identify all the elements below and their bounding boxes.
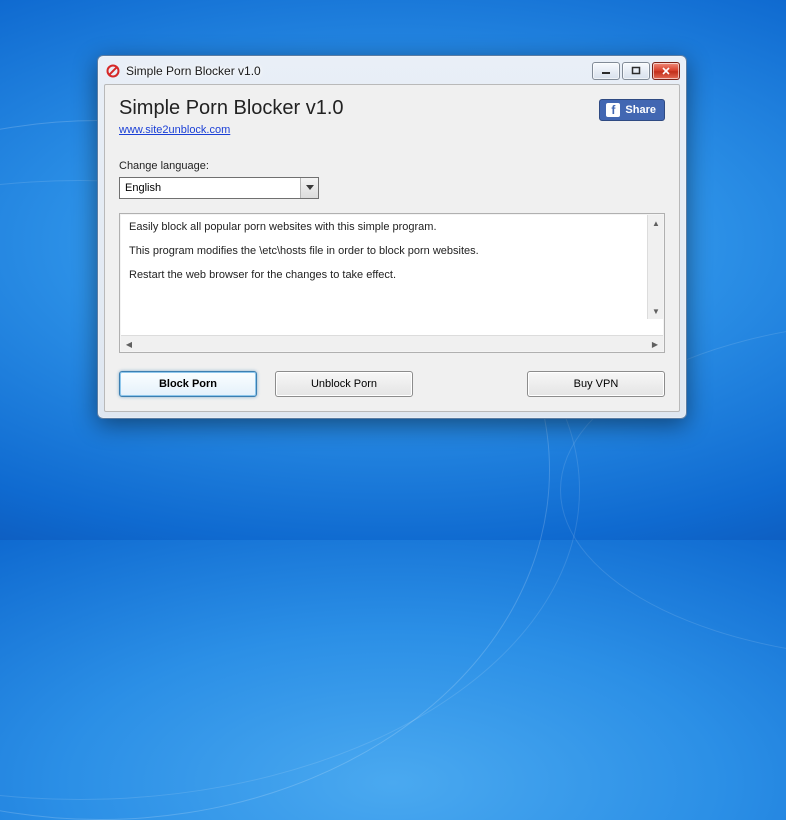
close-button[interactable] bbox=[652, 62, 680, 80]
scroll-up-icon: ▲ bbox=[648, 215, 663, 231]
chevron-down-icon bbox=[300, 178, 318, 198]
scroll-down-icon: ▼ bbox=[648, 303, 663, 319]
client-area: Simple Porn Blocker v1.0 www.site2unbloc… bbox=[104, 84, 680, 412]
titlebar[interactable]: Simple Porn Blocker v1.0 bbox=[104, 62, 680, 84]
maximize-button[interactable] bbox=[622, 62, 650, 80]
share-label: Share bbox=[625, 104, 656, 116]
description-line: This program modifies the \etc\hosts fil… bbox=[129, 245, 643, 257]
horizontal-scrollbar[interactable]: ◀ ▶ bbox=[121, 335, 663, 351]
buy-vpn-button[interactable]: Buy VPN bbox=[527, 371, 665, 397]
language-label: Change language: bbox=[119, 160, 665, 172]
scroll-right-icon: ▶ bbox=[647, 336, 663, 352]
language-selected: English bbox=[120, 182, 300, 194]
minimize-button[interactable] bbox=[592, 62, 620, 80]
description-line: Restart the web browser for the changes … bbox=[129, 269, 643, 281]
action-buttons: Block Porn Unblock Porn Buy VPN bbox=[119, 371, 665, 397]
unblock-porn-button[interactable]: Unblock Porn bbox=[275, 371, 413, 397]
window-title: Simple Porn Blocker v1.0 bbox=[126, 64, 261, 78]
block-porn-button[interactable]: Block Porn bbox=[119, 371, 257, 397]
description-panel: Easily block all popular porn websites w… bbox=[119, 213, 665, 353]
vertical-scrollbar[interactable]: ▲ ▼ bbox=[647, 215, 663, 319]
description-line: Easily block all popular porn websites w… bbox=[129, 221, 643, 233]
facebook-icon: f bbox=[606, 103, 620, 117]
app-window: Simple Porn Blocker v1.0 Simple Porn Blo… bbox=[97, 55, 687, 419]
app-icon bbox=[106, 64, 120, 78]
language-select[interactable]: English bbox=[119, 177, 319, 199]
description-text: Easily block all popular porn websites w… bbox=[121, 215, 663, 335]
scroll-left-icon: ◀ bbox=[121, 336, 137, 352]
website-link[interactable]: www.site2unblock.com bbox=[119, 124, 230, 136]
app-title: Simple Porn Blocker v1.0 bbox=[119, 97, 344, 120]
facebook-share-button[interactable]: f Share bbox=[599, 99, 665, 121]
window-controls bbox=[592, 62, 680, 80]
